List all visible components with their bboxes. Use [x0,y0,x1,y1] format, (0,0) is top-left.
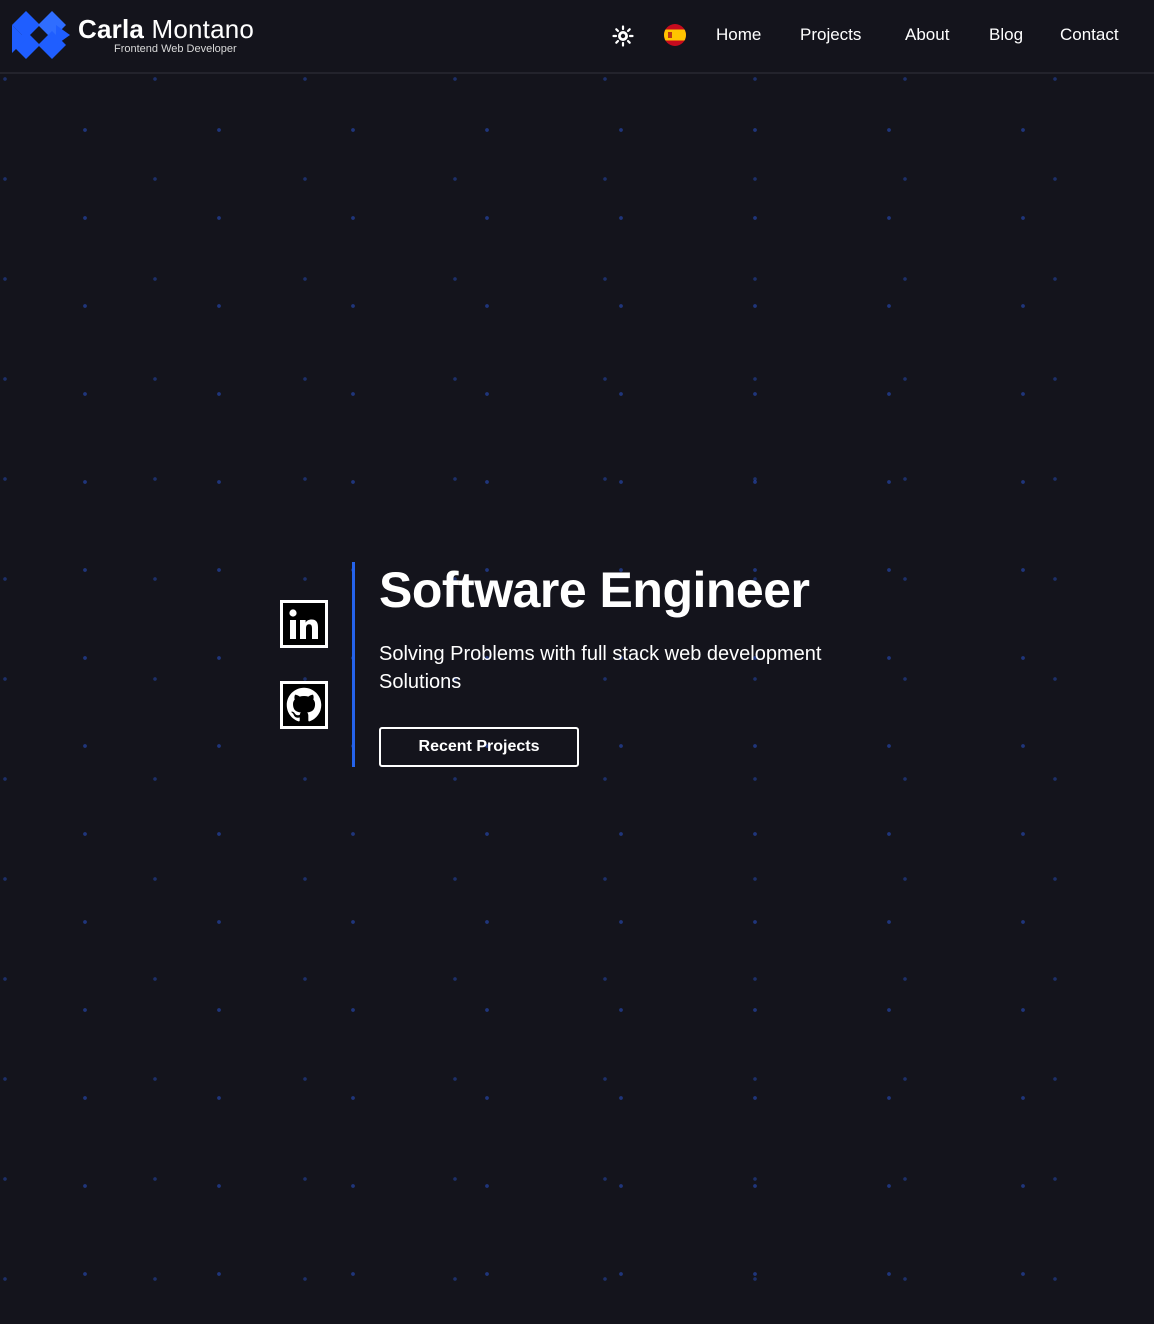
github-icon [286,687,322,722]
site-header: Carla Montano Frontend Web Developer Hom… [0,0,1154,74]
hero-subtitle: Solving Problems with full stack web dev… [379,643,822,693]
linkedin-icon [289,609,318,639]
nav-home[interactable]: Home [716,25,761,45]
main-nav: Home Projects About Blog Contact [0,0,1154,72]
accent-divider [352,562,355,767]
nav-contact[interactable]: Contact [1060,25,1119,45]
github-link[interactable] [280,681,328,729]
hero-section: Software Engineer Solving Problems with … [0,0,1154,1324]
nav-about[interactable]: About [905,25,949,45]
linkedin-link[interactable] [280,600,328,648]
nav-projects[interactable]: Projects [800,25,861,45]
nav-blog[interactable]: Blog [989,25,1023,45]
recent-projects-button[interactable]: Recent Projects [379,727,579,767]
hero-title: Software Engineer [379,562,810,618]
